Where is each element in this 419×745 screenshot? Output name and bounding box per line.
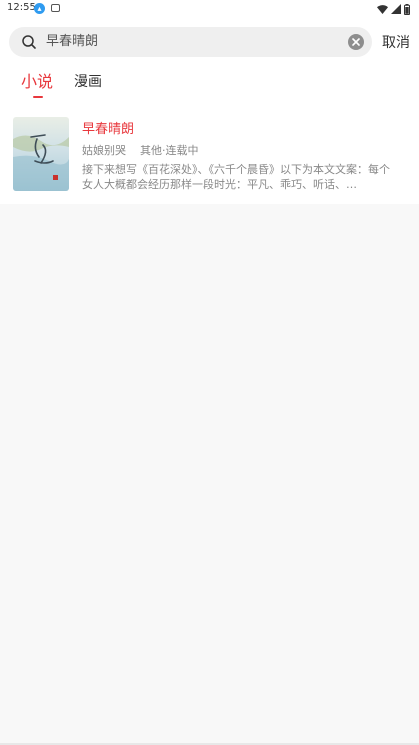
book-author: 姑娘别哭 xyxy=(82,144,126,157)
status-bar: 12:55 ▴ xyxy=(0,0,419,18)
book-category: 其他 xyxy=(140,144,162,157)
search-input[interactable] xyxy=(46,27,336,57)
status-indicators xyxy=(377,3,410,15)
book-meta: 姑娘别哭 其他·连载中 xyxy=(82,142,199,158)
search-header: 取消 小说 漫画 xyxy=(0,18,419,104)
tab-novel[interactable]: 小说 xyxy=(21,68,53,92)
tab-comic[interactable]: 漫画 xyxy=(74,71,102,91)
search-icon xyxy=(22,35,36,49)
cancel-button[interactable]: 取消 xyxy=(382,32,410,52)
book-title: 早春晴朗 xyxy=(82,122,135,137)
book-cover-image xyxy=(13,117,69,191)
book-cover xyxy=(13,117,69,191)
clear-search-button[interactable] xyxy=(348,34,364,50)
status-time: 12:55 xyxy=(7,2,36,13)
book-status: 连载中 xyxy=(165,144,199,157)
signal-icon xyxy=(391,4,401,14)
search-bar[interactable] xyxy=(9,27,372,57)
search-results-list: 早春晴朗 姑娘别哭 其他·连载中 接下来想写《百花深处》、《六千个晨昏》以下为本文… xyxy=(0,104,419,204)
active-tab-indicator xyxy=(33,96,43,98)
list-item[interactable]: 早春晴朗 姑娘别哭 其他·连载中 接下来想写《百花深处》、《六千个晨昏》以下为本文… xyxy=(0,104,419,204)
book-description: 接下来想写《百花深处》、《六千个晨昏》以下为本文文案：每个女人大概都会经历那样一… xyxy=(82,163,390,191)
search-screen: 12:55 ▴ 早春晴朗 取消 小说 漫画 早春晴朗 姑娘别哭 其他·连载中 接… xyxy=(0,0,419,745)
wifi-icon xyxy=(377,4,388,14)
battery-icon xyxy=(404,3,410,15)
close-circle-icon xyxy=(352,38,360,46)
notification-app-icon: ▴ xyxy=(34,3,45,14)
screenshot-icon xyxy=(51,4,60,12)
